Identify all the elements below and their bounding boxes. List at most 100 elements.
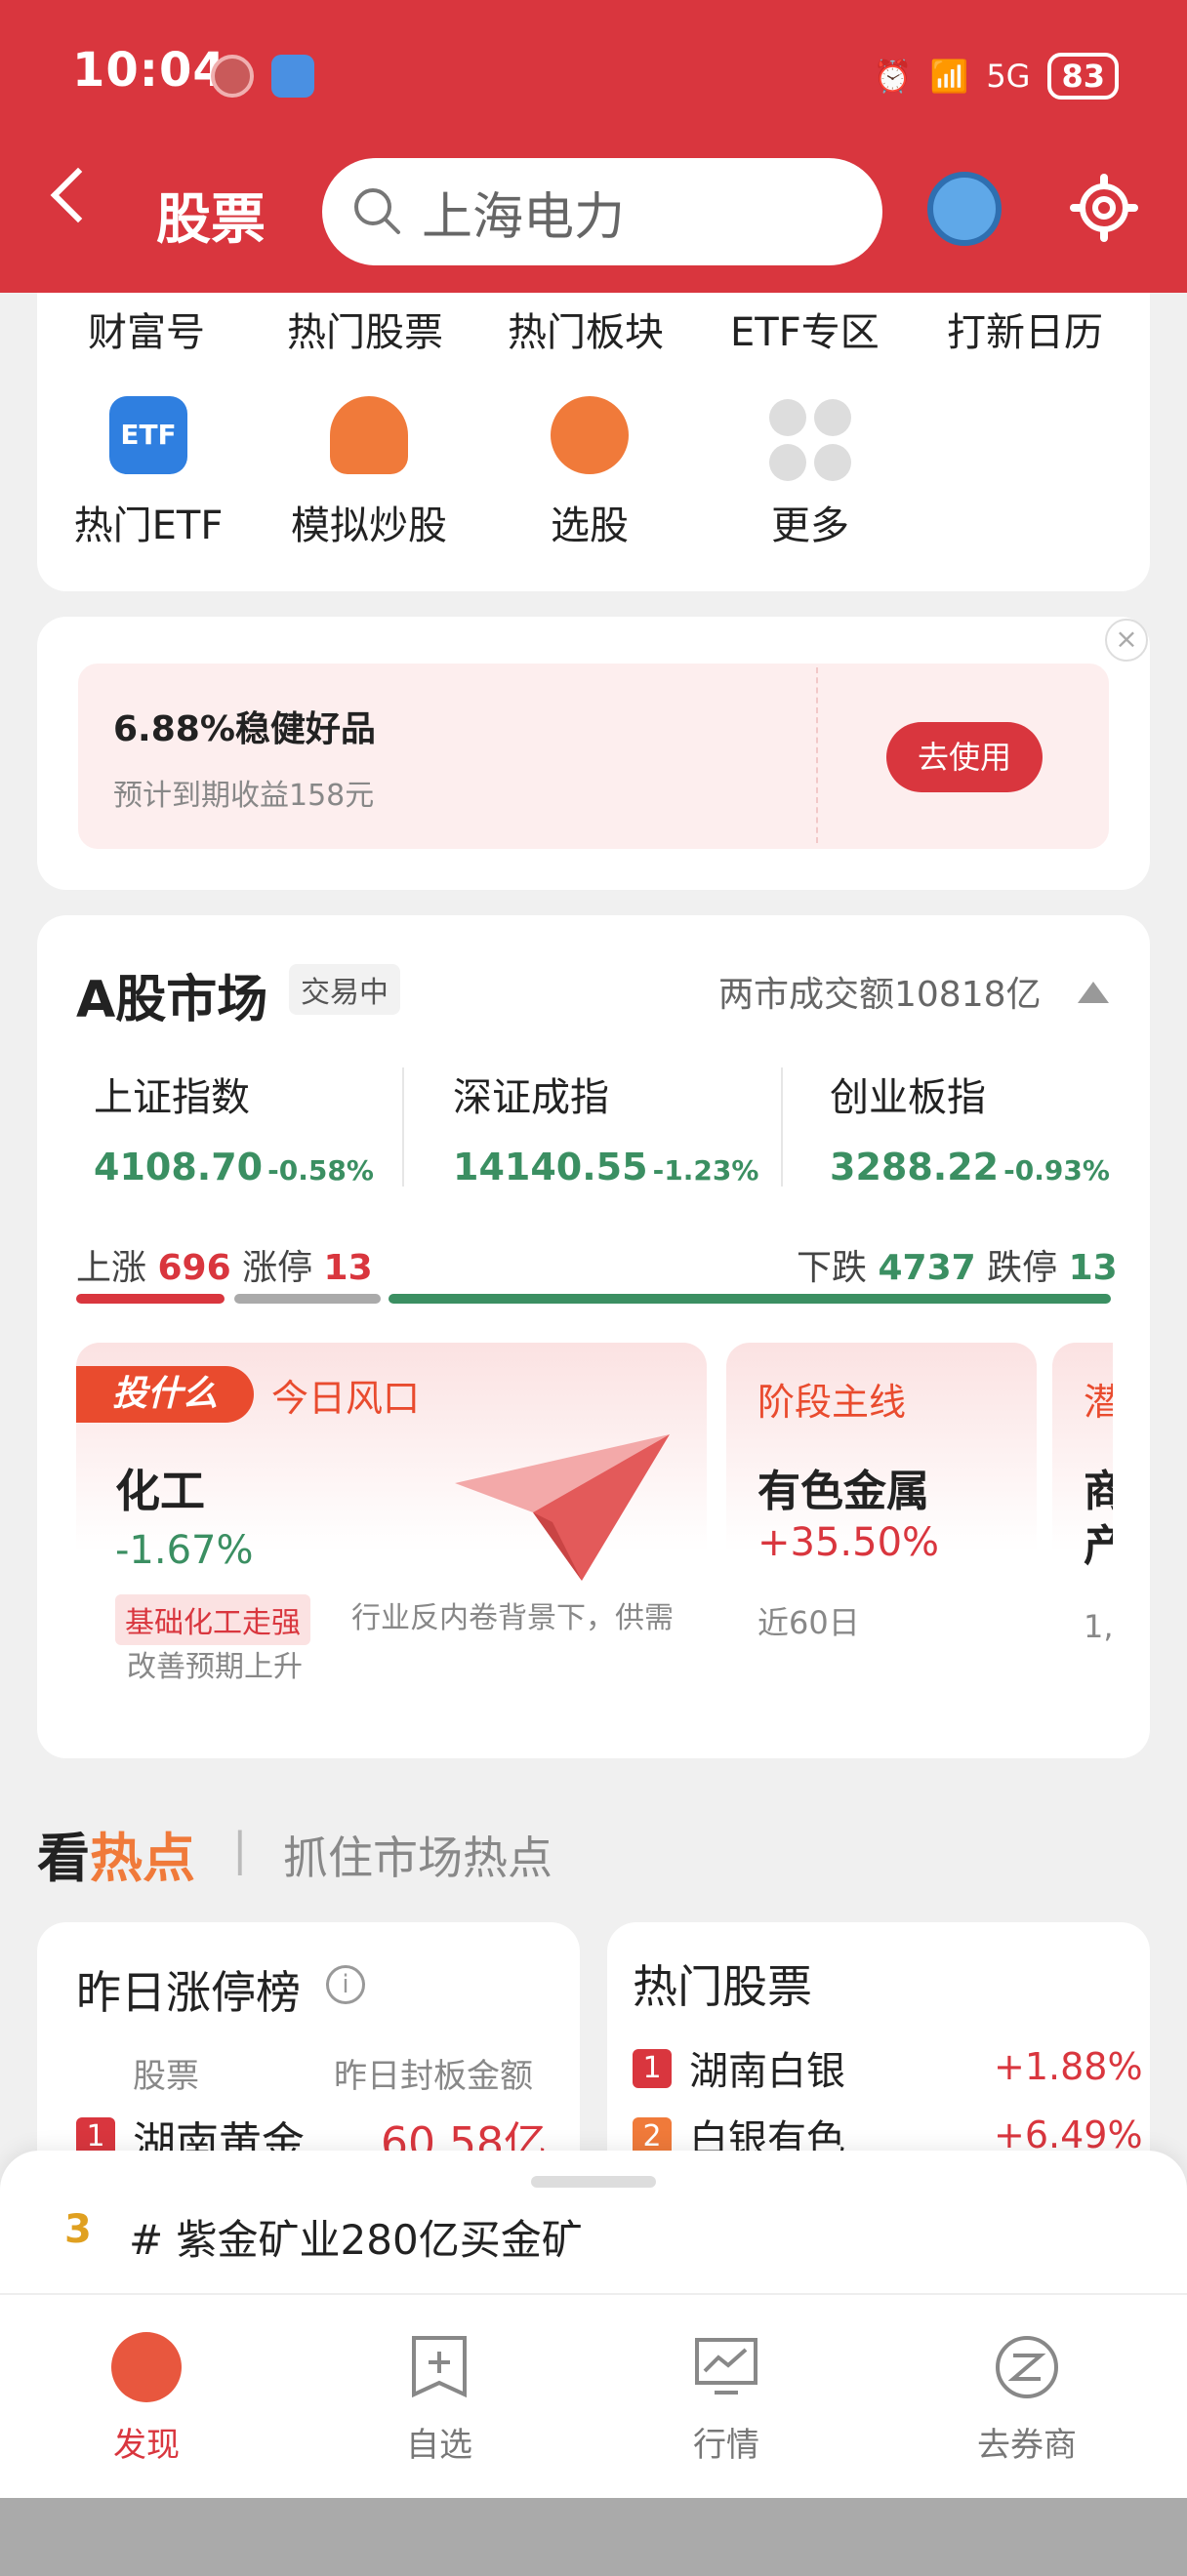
nav-label: 发现: [113, 2426, 180, 2465]
breadth-bar-down: [389, 1294, 1111, 1304]
compass-icon: [111, 2332, 182, 2402]
tile-change: -1.67%: [115, 1528, 254, 1573]
hot-divider: |: [232, 1823, 248, 1875]
info-icon[interactable]: i: [326, 1965, 365, 2004]
search-text: 上海电力: [422, 187, 626, 247]
tab-etf-zone[interactable]: ETF专区: [730, 301, 880, 357]
hot-title-a: 看: [37, 1828, 90, 1889]
alarm-icon: ⏰: [873, 58, 913, 95]
page-title: 股票: [156, 188, 266, 252]
hot-subtitle: 抓住市场热点: [283, 1831, 553, 1884]
wifi-icon: 📶: [929, 58, 969, 95]
limit-up-label: 涨停: [242, 1248, 313, 1288]
bookmark-plus-icon: [412, 2336, 467, 2398]
tile-change: +35.50%: [757, 1520, 940, 1565]
market-volume: 两市成交额10818亿: [718, 975, 1042, 1015]
index-value: 14140.55: [453, 1146, 648, 1188]
quick-item-hot-etf[interactable]: ETF 热门ETF: [41, 396, 256, 550]
promo-divider: [816, 667, 818, 843]
index-sz[interactable]: 深证成指 14140.55 -1.23%: [453, 1066, 758, 1188]
index-name: 上证指数: [94, 1075, 250, 1120]
sheet-handle[interactable]: [531, 2176, 656, 2188]
quick-item-label: 选股: [551, 503, 629, 548]
network-label: 5G: [986, 58, 1031, 95]
etf-icon: ETF: [109, 396, 187, 474]
more-grid-icon: [769, 399, 851, 481]
index-change: -1.23%: [652, 1154, 759, 1187]
hot-title-b: 热点: [90, 1828, 195, 1889]
promo-subtitle: 预计到期收益158元: [113, 779, 375, 813]
hot-section-title: 看热点: [37, 1815, 195, 1892]
quick-item-label: 模拟炒股: [291, 503, 447, 548]
nav-market[interactable]: 行情: [629, 2332, 824, 2466]
search-input[interactable]: 上海电力: [322, 158, 882, 265]
rank-badge: 1: [633, 2049, 672, 2088]
trophy-icon: [330, 396, 408, 474]
breadth-bar-flat: [234, 1294, 381, 1304]
tile-description: 行业反内卷背景下，供需改善预期上升: [127, 1601, 674, 1684]
tab-hot-stocks[interactable]: 热门股票: [287, 301, 443, 357]
index-change: -0.93%: [1003, 1154, 1110, 1187]
tab-wealth[interactable]: 财富号: [88, 301, 205, 357]
limit-down-label: 跌停: [987, 1248, 1058, 1288]
trend-rank: 3: [64, 2207, 92, 2252]
index-change: -0.58%: [267, 1154, 374, 1187]
trend-text[interactable]: # 紫金矿业280亿买金矿: [129, 2207, 583, 2267]
nav-label: 去券商: [977, 2426, 1077, 2465]
paper-plane-icon: [455, 1434, 670, 1581]
col-stock: 股票: [133, 2057, 199, 2096]
battery-indicator: 83: [1047, 53, 1119, 100]
index-cy[interactable]: 创业板指 3288.22 -0.93%: [830, 1066, 1110, 1188]
quick-item-more[interactable]: 更多: [703, 396, 918, 550]
tile-sector-name: 商: [1084, 1467, 1113, 1516]
search-icon: [354, 188, 400, 234]
stock-change: +1.88%: [994, 2045, 1143, 2088]
index-value: 4108.70: [94, 1146, 264, 1188]
tile-sector-name: 有色金属: [757, 1467, 929, 1516]
robot-assistant-icon[interactable]: [927, 172, 1002, 246]
close-icon[interactable]: ×: [1105, 619, 1148, 662]
index-value: 3288.22: [830, 1146, 1000, 1188]
breadth-bar-up: [76, 1294, 225, 1304]
stock-pick-icon: [551, 396, 629, 474]
tab-hot-sectors[interactable]: 热门板块: [508, 301, 664, 357]
tab-ipo-calendar[interactable]: 打新日历: [947, 301, 1103, 357]
breadth-down: 下跌 4737 跌停 13: [797, 1239, 1118, 1290]
quick-item-label: 热门ETF: [73, 503, 224, 548]
nav-divider: [0, 2293, 1187, 2295]
gear-icon[interactable]: [1068, 172, 1140, 244]
index-name: 深证成指: [453, 1075, 609, 1120]
system-bar: [0, 2498, 1187, 2576]
nav-label: 自选: [406, 2426, 472, 2465]
status-time: 10:04: [72, 43, 226, 98]
up-label: 上涨: [76, 1248, 147, 1288]
quick-item-sim-trading[interactable]: 模拟炒股: [262, 396, 476, 550]
tile-period: 1,: [1084, 1608, 1113, 1645]
tile-tag: 今日风口: [271, 1377, 421, 1420]
tile-sector-name: 化工: [115, 1465, 205, 1517]
col-amount: 昨日封板金额: [334, 2057, 533, 2096]
hot-stocks-title: 热门股票: [633, 1960, 812, 2013]
brand-badge: 投什么: [76, 1366, 254, 1423]
index-sh[interactable]: 上证指数 4108.70 -0.58%: [94, 1066, 374, 1188]
down-label: 下跌: [797, 1248, 868, 1288]
status-right: ⏰ 📶 5G 83: [874, 53, 1119, 100]
trading-status-badge: 交易中: [289, 964, 400, 1015]
weather-icon: [271, 55, 314, 98]
use-button[interactable]: 去使用: [886, 722, 1043, 792]
nav-label: 行情: [693, 2426, 759, 2465]
promo-title: 6.88%稳健好品: [113, 709, 376, 749]
up-count: 696: [157, 1248, 231, 1288]
nav-broker[interactable]: 去券商: [929, 2332, 1125, 2466]
index-divider: [402, 1067, 404, 1187]
stock-name: 湖南白银: [689, 2049, 845, 2094]
collapse-icon[interactable]: [1078, 982, 1109, 1003]
nav-discover[interactable]: 发现: [49, 2332, 244, 2466]
nav-watchlist[interactable]: 自选: [342, 2332, 537, 2466]
down-count: 4737: [878, 1248, 976, 1288]
tile-sector-name-2: 产: [1084, 1521, 1113, 1571]
limit-up-count: 13: [323, 1248, 373, 1288]
market-title: A股市场: [76, 971, 268, 1029]
quick-item-stock-pick[interactable]: 选股: [482, 396, 697, 550]
tile-period: 近60日: [757, 1604, 860, 1641]
